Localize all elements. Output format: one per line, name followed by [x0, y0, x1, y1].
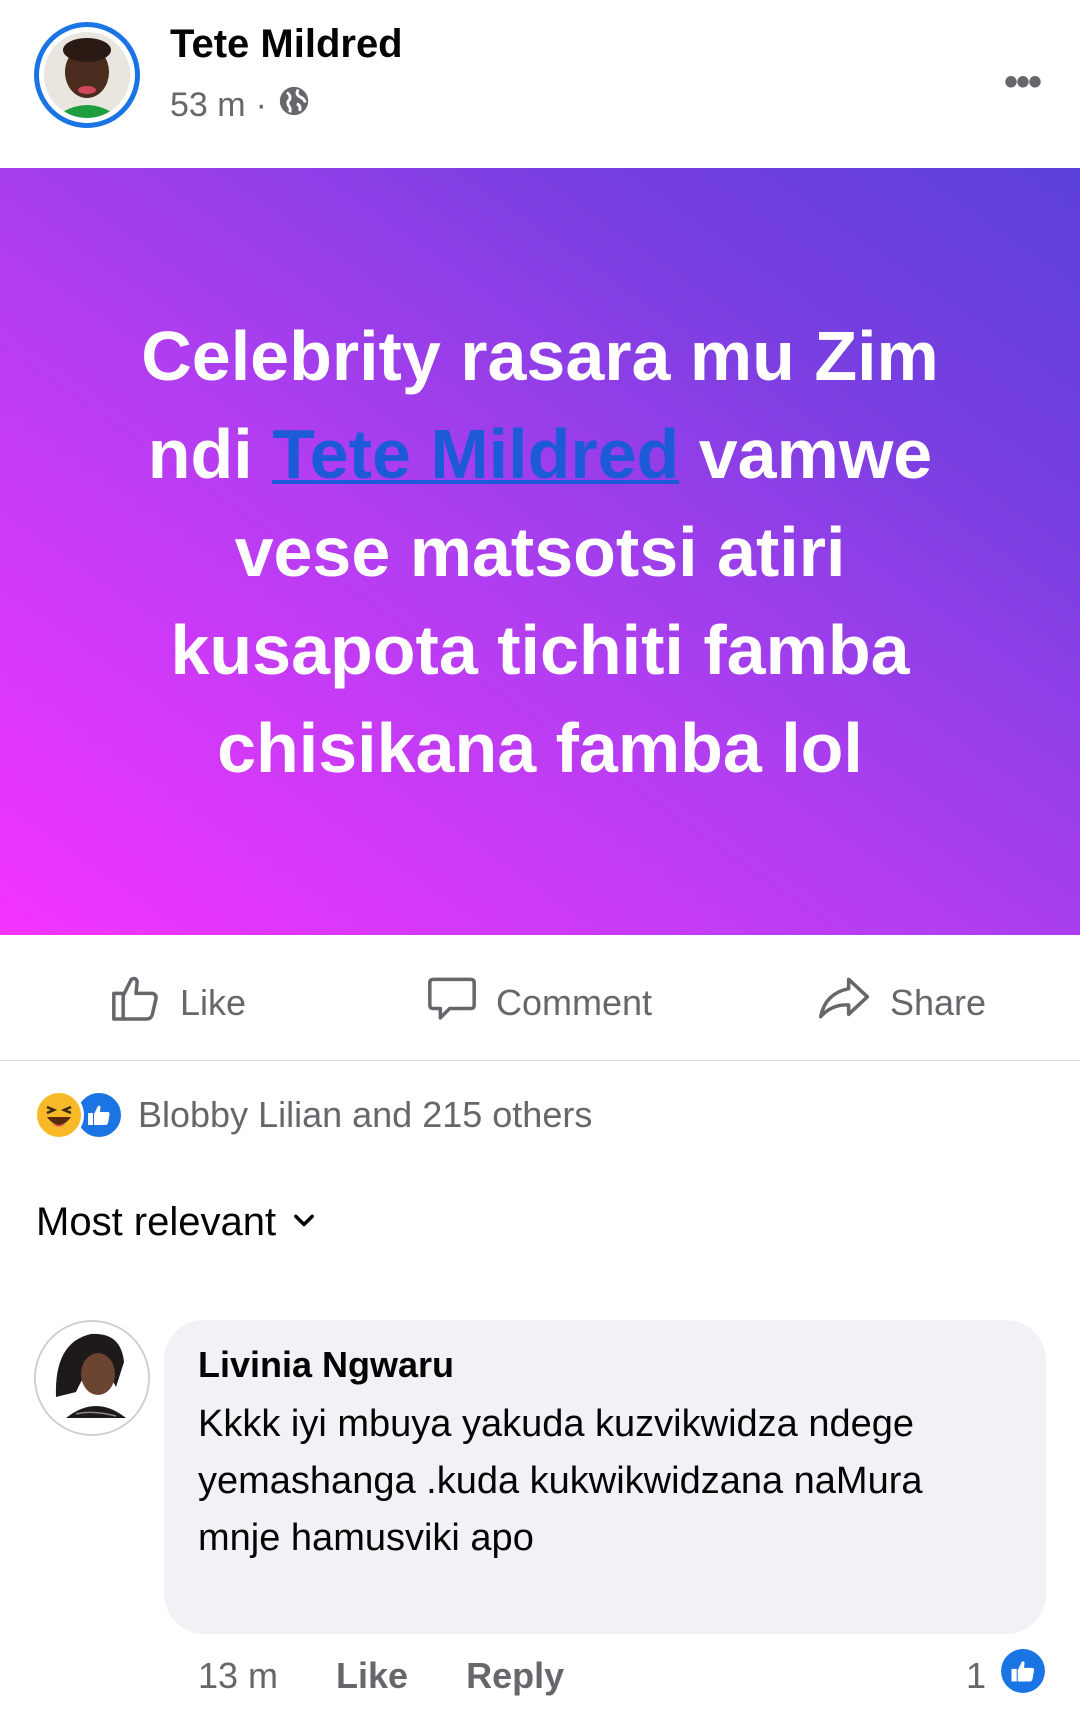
comment-bubble-icon [424, 970, 480, 1035]
like-emoji-icon [1000, 1648, 1046, 1703]
comment-text: Kkkk iyi mbuya yakuda kuzvikwidza ndege … [198, 1403, 923, 1559]
comment-footer: 13 m Like Reply [198, 1655, 564, 1697]
reactions-text[interactable]: Blobby Lilian and 215 others [138, 1094, 592, 1136]
meta-separator: · [255, 86, 267, 124]
comments-sort-dropdown[interactable]: Most relevant [36, 1200, 318, 1245]
post-meta: 53 m · [170, 84, 311, 127]
haha-emoji-icon [34, 1090, 84, 1140]
post-header: Tete Mildred 53 m · ••• [0, 0, 1080, 168]
sort-label: Most relevant [36, 1200, 277, 1244]
post-banner: Celebrity rasara mu Zim ndi Tete Mildred… [0, 168, 1080, 935]
like-label: Like [180, 981, 247, 1023]
author-name[interactable]: Tete Mildred [170, 22, 403, 67]
share-button[interactable]: Share [814, 970, 986, 1035]
post-text: Celebrity rasara mu Zim ndi Tete Mildred… [90, 307, 990, 797]
reactions-summary[interactable]: Blobby Lilian and 215 others [34, 1090, 592, 1140]
commenter-avatar[interactable] [34, 1320, 150, 1436]
comment-like-button[interactable]: Like [336, 1655, 408, 1697]
more-options-icon[interactable]: ••• [1004, 60, 1042, 105]
share-arrow-icon [814, 970, 874, 1035]
mention-link[interactable]: Tete Mildred [272, 415, 679, 493]
action-bar: Like Comment Share [0, 940, 1080, 1061]
post-time[interactable]: 53 m [170, 86, 246, 125]
comment-time: 13 m [198, 1655, 279, 1696]
author-photo [44, 32, 130, 118]
chevron-down-icon [290, 1200, 318, 1245]
comment-reply-button[interactable]: Reply [466, 1655, 564, 1697]
comment-label: Comment [496, 981, 653, 1023]
comment-reaction-count[interactable]: 1 [966, 1648, 1046, 1703]
like-button[interactable]: Like [108, 970, 246, 1035]
comment-button[interactable]: Comment [424, 970, 652, 1035]
comment-reaction-number: 1 [965, 1654, 986, 1696]
globe-icon [277, 84, 311, 127]
thumbs-up-icon [108, 970, 164, 1035]
share-label: Share [890, 981, 987, 1023]
comment-author[interactable]: Livinia Ngwaru [198, 1344, 1012, 1386]
comment-bubble: Livinia Ngwaru Kkkk iyi mbuya yakuda kuz… [164, 1320, 1046, 1634]
author-avatar[interactable] [34, 22, 140, 128]
